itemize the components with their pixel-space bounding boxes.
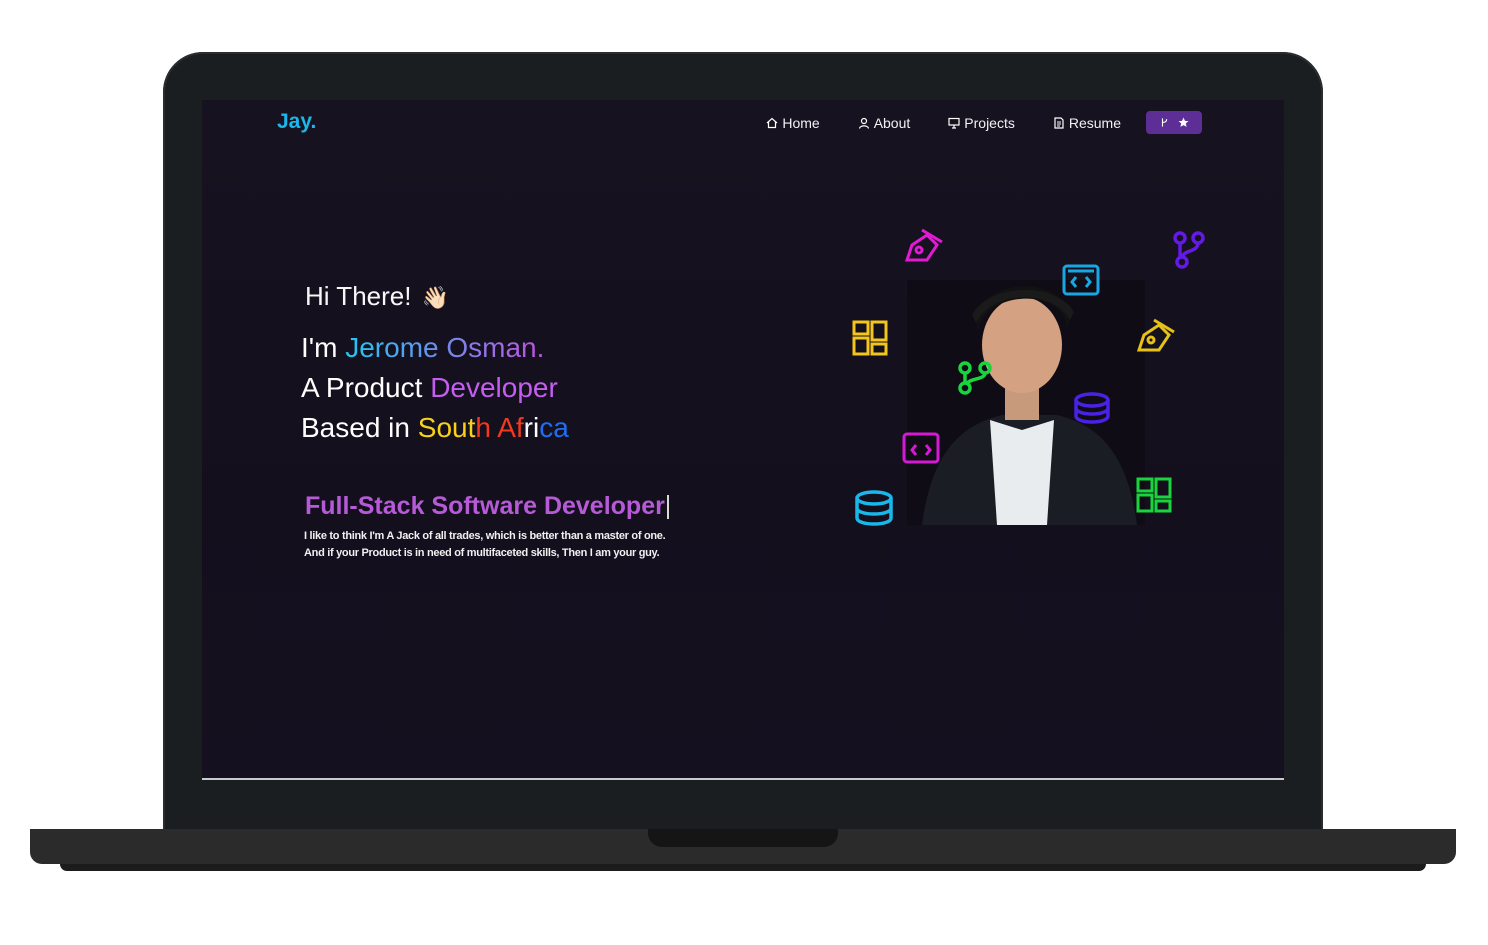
country-letter: o — [436, 412, 453, 443]
main-nav: Home About Projects Resume — [728, 111, 1202, 134]
nav-projects-label: Projects — [964, 114, 1015, 131]
country-name: South Africa — [418, 412, 569, 443]
country-letter: c — [539, 412, 554, 443]
nav-home-label: Home — [782, 114, 820, 131]
nav-resume-label: Resume — [1068, 114, 1121, 131]
home-icon — [766, 117, 778, 128]
intro-prefix: I'm — [301, 332, 346, 363]
intro-line-location: Based in South Africa — [301, 408, 569, 448]
typewriter-role: Full-Stack Software Developer — [305, 492, 669, 521]
bio-line-1: I like to think I'm A Jack of all trades… — [304, 530, 666, 542]
country-letter: r — [523, 412, 533, 443]
hero-bio: I like to think I'm A Jack of all trades… — [304, 528, 666, 562]
star-icon — [1178, 117, 1188, 127]
website-screen: Jay. Home About Projects Resume Hi There… — [202, 100, 1284, 780]
hero-greeting: Hi There! 👋🏻 — [305, 281, 449, 312]
country-letter: S — [417, 412, 437, 443]
laptop-notch — [648, 829, 838, 847]
site-logo[interactable]: Jay. — [277, 110, 316, 134]
presentation-icon — [948, 117, 960, 129]
github-fork-button[interactable] — [1146, 111, 1202, 134]
grid-dashboard-icon — [852, 320, 888, 356]
person-name: Jerome Osman. — [345, 332, 545, 363]
country-letter: u — [452, 412, 468, 443]
bio-line-2: And if your Product is in need of multif… — [304, 547, 660, 559]
country-letter: A — [497, 412, 516, 443]
document-icon — [1054, 116, 1064, 129]
country-letter: a — [553, 412, 569, 443]
country-letter: f — [515, 412, 524, 443]
intro-line-name: I'm Jerome Osman. — [301, 328, 569, 368]
nav-projects[interactable]: Projects — [948, 115, 1015, 131]
hero-illustration — [852, 228, 1205, 526]
nav-about[interactable]: About — [858, 114, 911, 131]
user-icon — [858, 117, 869, 129]
git-branch-icon — [1173, 231, 1205, 269]
nav-about-label: About — [873, 114, 911, 131]
git-fork-icon — [1161, 118, 1167, 127]
role-text: Full-Stack Software Developer — [305, 492, 665, 520]
role-highlight: Developer — [430, 372, 558, 403]
role-prefix: A Product — [301, 372, 431, 403]
database-icon-blue — [855, 490, 893, 526]
wave-emoji: 👋🏻 — [421, 285, 449, 310]
country-letter: h — [475, 412, 491, 443]
typing-cursor — [666, 495, 669, 520]
pen-tool-icon — [904, 228, 943, 262]
laptop-base-shadow — [60, 864, 1426, 871]
hero-intro: I'm Jerome Osman. A Product Developer Ba… — [301, 328, 569, 448]
intro-line-role: A Product Developer — [301, 368, 569, 408]
location-prefix: Based in — [301, 412, 418, 443]
nav-home[interactable]: Home — [766, 114, 820, 131]
greeting-text: Hi There! — [305, 281, 412, 311]
nav-resume[interactable]: Resume — [1053, 115, 1121, 131]
